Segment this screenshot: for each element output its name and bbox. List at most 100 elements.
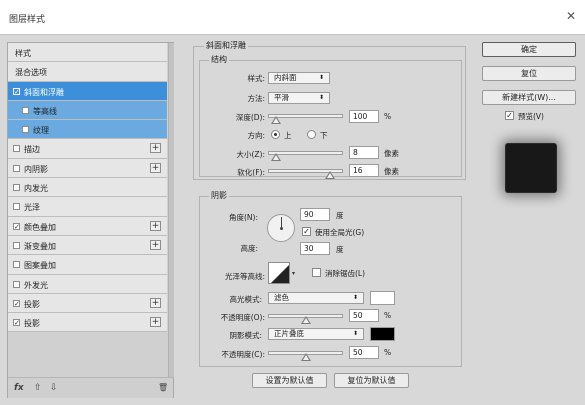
sidebar-item-checkbox[interactable]: ✓: [13, 319, 20, 327]
sidebar-item-label: 渐变叠加: [24, 241, 56, 251]
preview-checkbox[interactable]: ✓: [505, 111, 514, 120]
fx-icon[interactable]: fx: [14, 383, 24, 393]
sidebar-item-label: 图案叠加: [24, 261, 56, 271]
sidebar-item[interactable]: 图案叠加: [8, 255, 167, 275]
sidebar-item[interactable]: ✓ 颜色叠加 +: [8, 216, 167, 236]
ok-button[interactable]: 确定: [482, 42, 576, 57]
altitude-label: 高度:: [240, 244, 258, 253]
sidebar-item-label: 描边: [24, 145, 40, 155]
direction-up-radio[interactable]: [271, 130, 280, 139]
style-select[interactable]: 内斜面 ⬍: [268, 72, 330, 84]
sidebar-item[interactable]: 混合选项: [8, 62, 167, 82]
highlight-opacity-slider-thumb[interactable]: [300, 316, 311, 324]
gloss-contour-thumbnail[interactable]: [268, 262, 290, 284]
sidebar-item-label: 光泽: [24, 203, 40, 213]
style-list: 样式 混合选项 ✓ 斜面和浮雕等高线纹理描边 + 内阴影 + 内发光光泽 ✓ 颜色叠加 + 渐变叠加 +…: [8, 43, 167, 333]
reset-default-button[interactable]: 复位为默认值: [334, 373, 409, 388]
sidebar-item[interactable]: ✓ 投影 +: [8, 313, 167, 333]
soften-slider-thumb[interactable]: [325, 171, 336, 179]
size-unit: 像素: [384, 149, 399, 158]
shadow-mode-value: 正片叠底: [274, 329, 304, 338]
highlight-mode-select[interactable]: 滤色 ⬍: [268, 292, 364, 304]
sidebar-item-checkbox[interactable]: [22, 126, 29, 134]
gloss-contour-dropdown-icon[interactable]: ▾: [292, 270, 295, 277]
method-select[interactable]: 平滑 ⬍: [268, 92, 330, 104]
sidebar-item[interactable]: 描边 +: [8, 139, 167, 159]
shadow-mode-select[interactable]: 正片叠底 ⬍: [268, 328, 364, 340]
contour-linear-icon: [271, 265, 289, 283]
add-effect-icon[interactable]: +: [150, 317, 161, 328]
window-title: 图层样式: [9, 15, 46, 25]
altitude-unit: 度: [336, 245, 344, 254]
soften-input[interactable]: 16: [349, 164, 379, 177]
global-light-label: 使用全局光(G): [315, 228, 365, 237]
shadow-opacity-label: 不透明度(C):: [221, 350, 265, 359]
sidebar-item-label: 等高线: [33, 106, 57, 116]
chevron-updown-icon: ⬍: [318, 74, 324, 81]
shadow-opacity-unit: %: [384, 348, 392, 357]
sidebar-item[interactable]: 渐变叠加 +: [8, 235, 167, 256]
depth-input[interactable]: 100: [349, 110, 379, 123]
shading-title: 阴影: [209, 190, 229, 201]
sidebar-item-checkbox[interactable]: [22, 106, 29, 114]
style-list-footer: fx ⇧ ⇩ 🗑: [8, 377, 173, 398]
sidebar-item[interactable]: 内发光: [8, 178, 167, 198]
add-effect-icon[interactable]: +: [150, 239, 161, 250]
add-effect-icon[interactable]: +: [150, 162, 161, 173]
sidebar-item[interactable]: 样式: [8, 43, 167, 63]
altitude-input[interactable]: 30: [300, 242, 330, 255]
sidebar-item-label: 内阴影: [24, 164, 48, 174]
size-slider-thumb[interactable]: [271, 153, 282, 161]
add-effect-icon[interactable]: +: [150, 297, 161, 308]
trash-icon[interactable]: 🗑: [158, 383, 168, 392]
highlight-mode-value: 滤色: [274, 293, 289, 302]
sidebar-item[interactable]: 内阴影 +: [8, 158, 167, 179]
sidebar-item-checkbox[interactable]: [13, 164, 20, 172]
sidebar-item[interactable]: 等高线: [8, 100, 167, 121]
direction-label: 方向:: [247, 131, 265, 140]
new-style-button[interactable]: 新建样式(W)...: [482, 90, 576, 105]
global-light-checkbox[interactable]: ✓: [302, 227, 311, 236]
close-icon[interactable]: ✕: [566, 10, 576, 22]
add-effect-icon[interactable]: +: [150, 220, 161, 231]
angle-input[interactable]: 90: [300, 208, 330, 221]
sidebar-item[interactable]: ✓ 投影 +: [8, 293, 167, 314]
style-preview-thumbnail: [506, 144, 556, 192]
shadow-opacity-input[interactable]: 50: [349, 346, 379, 359]
title-bar: 图层样式 ✕: [0, 0, 585, 34]
sidebar-item-checkbox[interactable]: [13, 203, 20, 211]
method-select-value: 平滑: [274, 93, 289, 102]
depth-label: 深度(D):: [235, 113, 265, 122]
sidebar-item-checkbox[interactable]: [13, 184, 20, 192]
sidebar-item-label: 纹理: [33, 126, 49, 136]
add-effect-icon[interactable]: +: [150, 143, 161, 154]
antialias-label: 消除锯齿(L): [325, 269, 366, 278]
sidebar-item-checkbox[interactable]: [13, 261, 20, 269]
sidebar-item-checkbox[interactable]: [13, 241, 20, 249]
reset-button[interactable]: 复位: [482, 66, 576, 81]
sidebar-item-checkbox[interactable]: ✓: [13, 222, 20, 230]
size-input[interactable]: 8: [349, 146, 379, 159]
set-default-button[interactable]: 设置为默认值: [252, 373, 327, 388]
structure-title: 结构: [209, 54, 229, 65]
sidebar-item-checkbox[interactable]: [13, 145, 20, 153]
shadow-mode-label: 阴影模式:: [229, 331, 262, 340]
sidebar-item-checkbox[interactable]: [13, 280, 20, 288]
depth-slider-thumb[interactable]: [271, 116, 282, 124]
antialias-checkbox[interactable]: [312, 268, 321, 277]
sidebar-item-checkbox[interactable]: ✓: [13, 87, 20, 95]
sidebar-item[interactable]: 光泽: [8, 197, 167, 217]
sidebar-item[interactable]: 纹理: [8, 120, 167, 140]
move-down-icon[interactable]: ⇩: [50, 383, 58, 393]
sidebar-item-checkbox[interactable]: ✓: [13, 299, 20, 307]
shadow-color-swatch[interactable]: [370, 327, 395, 341]
shadow-opacity-slider-thumb[interactable]: [300, 353, 311, 361]
direction-down-radio[interactable]: [307, 130, 316, 139]
highlight-opacity-input[interactable]: 50: [349, 309, 379, 322]
angle-dial[interactable]: [267, 214, 295, 242]
sidebar-item[interactable]: 外发光: [8, 274, 167, 294]
sidebar-item[interactable]: ✓ 斜面和浮雕: [8, 81, 167, 101]
move-up-icon[interactable]: ⇧: [34, 383, 42, 393]
style-list-scrollbar[interactable]: [168, 43, 174, 377]
highlight-color-swatch[interactable]: [370, 291, 395, 305]
